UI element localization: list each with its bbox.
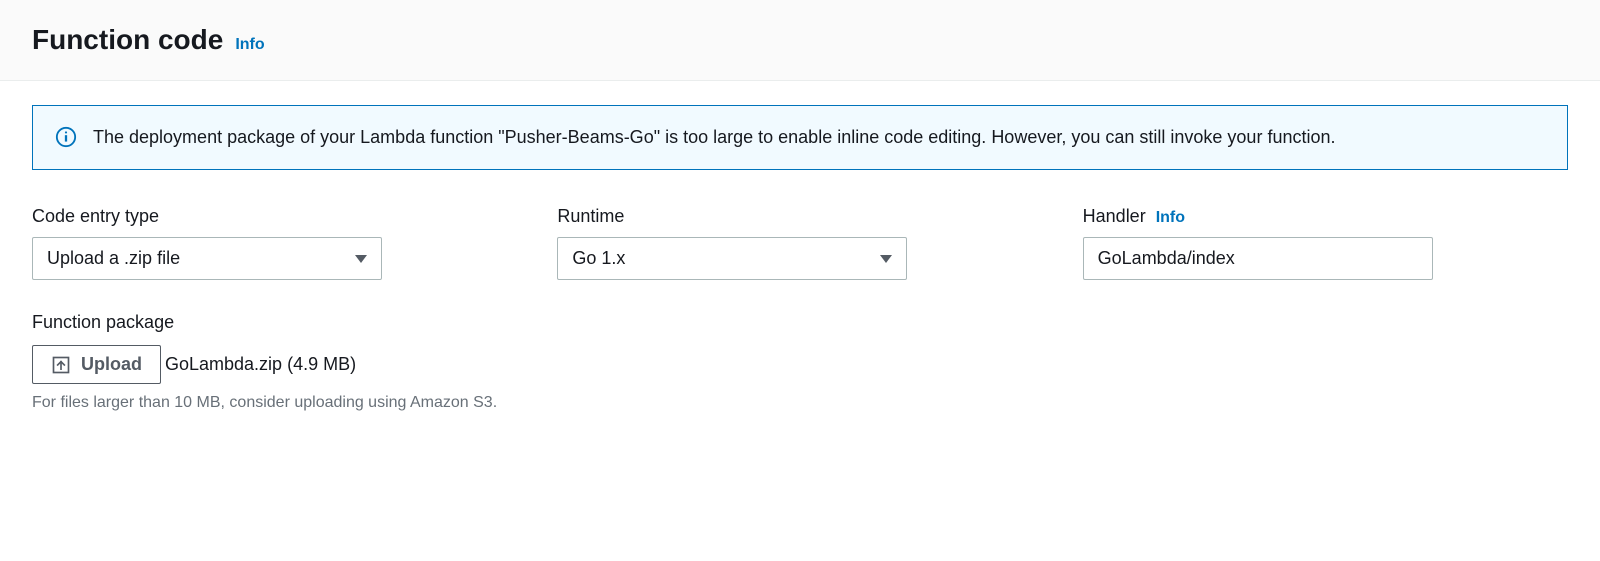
uploaded-file-name: GoLambda.zip (4.9 MB) [165, 354, 356, 375]
upload-helper-text: For files larger than 10 MB, consider up… [32, 394, 1568, 412]
runtime-select-wrap: Go 1.x [557, 237, 907, 280]
info-link-handler[interactable]: Info [1156, 209, 1185, 227]
upload-icon [51, 355, 71, 375]
alert-message: The deployment package of your Lambda fu… [93, 124, 1335, 151]
runtime-field: Runtime Go 1.x [557, 206, 1042, 280]
content-section: The deployment package of your Lambda fu… [0, 81, 1600, 436]
upload-button[interactable]: Upload [32, 345, 161, 384]
info-icon [55, 126, 77, 148]
runtime-select[interactable]: Go 1.x [557, 237, 907, 280]
runtime-label: Runtime [557, 206, 1042, 227]
header-section: Function code Info [0, 0, 1600, 81]
form-row: Code entry type Upload a .zip file Runti… [32, 206, 1568, 280]
info-link-header[interactable]: Info [235, 36, 264, 54]
code-entry-select-wrap: Upload a .zip file [32, 237, 382, 280]
info-alert: The deployment package of your Lambda fu… [32, 105, 1568, 170]
handler-input[interactable] [1083, 237, 1433, 280]
handler-label: Handler [1083, 206, 1146, 227]
handler-label-row: Handler Info [1083, 206, 1568, 227]
code-entry-field: Code entry type Upload a .zip file [32, 206, 517, 280]
function-package-section: Function package Upload GoLambda.zip (4.… [32, 312, 1568, 412]
code-entry-select[interactable]: Upload a .zip file [32, 237, 382, 280]
handler-field: Handler Info [1083, 206, 1568, 280]
header-title-row: Function code Info [32, 24, 1568, 56]
upload-button-label: Upload [81, 354, 142, 375]
upload-row: Upload GoLambda.zip (4.9 MB) [32, 345, 1568, 384]
function-package-label: Function package [32, 312, 1568, 333]
code-entry-label: Code entry type [32, 206, 517, 227]
page-title: Function code [32, 24, 223, 56]
